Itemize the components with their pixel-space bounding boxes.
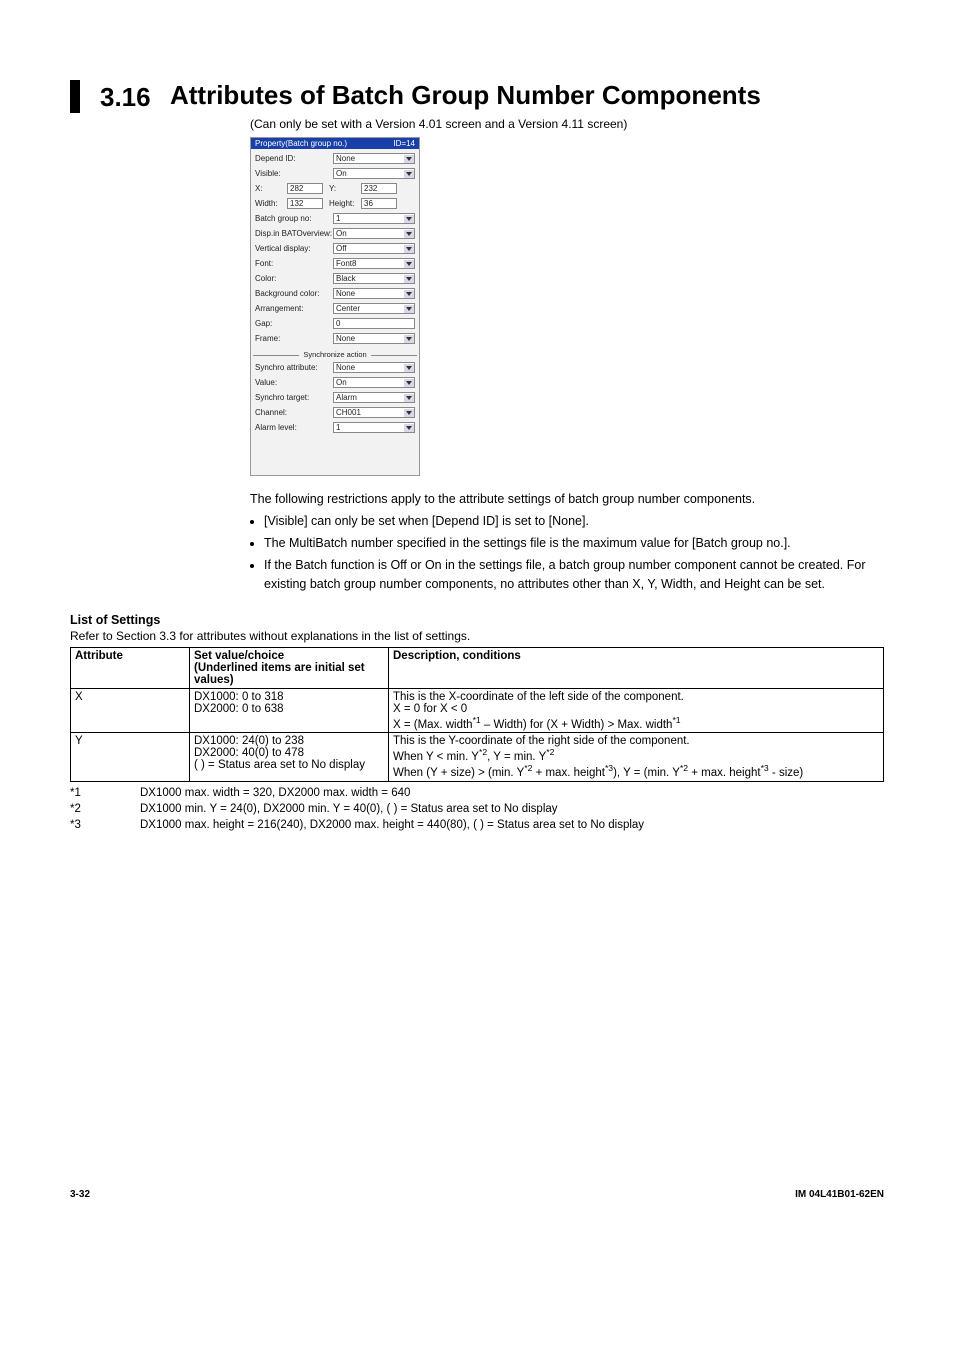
chevron-down-icon <box>406 157 412 161</box>
field-gap[interactable]: 0 <box>333 318 415 329</box>
label-sync-alarm: Alarm level: <box>255 423 333 432</box>
label-y: Y: <box>329 184 361 193</box>
label-gap: Gap: <box>255 319 333 328</box>
field-visible[interactable]: On <box>333 168 415 179</box>
refer-note: Refer to Section 3.3 for attributes with… <box>70 629 884 643</box>
field-sync-value[interactable]: On <box>333 377 415 388</box>
chapter-number: 3.16 <box>100 80 170 113</box>
field-sync-channel[interactable]: CH001 <box>333 407 415 418</box>
th-setvalue: Set value/choice (Underlined items are i… <box>190 647 389 688</box>
label-arrangement: Arrangement: <box>255 304 333 313</box>
page-number: 3-32 <box>70 1189 90 1200</box>
field-arrangement[interactable]: Center <box>333 303 415 314</box>
cell-description: This is the X-coordinate of the left sid… <box>389 688 884 733</box>
cell-setvalue: DX1000: 0 to 318 DX2000: 0 to 638 <box>190 688 389 733</box>
doc-id: IM 04L41B01-62EN <box>795 1189 884 1200</box>
label-bgcolor: Background color: <box>255 289 333 298</box>
panel-titlebar: Property(Batch group no.) ID=14 <box>251 138 419 149</box>
field-sync-attr[interactable]: None <box>333 362 415 373</box>
chevron-down-icon <box>406 337 412 341</box>
table-row: YDX1000: 24(0) to 238 DX2000: 40(0) to 4… <box>71 733 884 782</box>
field-batch-group-no[interactable]: 1 <box>333 213 415 224</box>
list-item: [Visible] can only be set when [Depend I… <box>264 512 884 530</box>
property-panel: Property(Batch group no.) ID=14 Depend I… <box>250 137 420 476</box>
label-disp-bat: Disp.in BATOverview: <box>255 229 333 238</box>
chevron-down-icon <box>406 366 412 370</box>
field-color[interactable]: Black <box>333 273 415 284</box>
footnotes: *1DX1000 max. width = 320, DX2000 max. w… <box>70 785 884 833</box>
label-width: Width: <box>255 199 287 208</box>
field-frame[interactable]: None <box>333 333 415 344</box>
footnote: *2DX1000 min. Y = 24(0), DX2000 min. Y =… <box>70 801 884 817</box>
cell-attribute: Y <box>71 733 190 782</box>
chevron-down-icon <box>406 277 412 281</box>
label-batch-group-no: Batch group no: <box>255 214 333 223</box>
label-font: Font: <box>255 259 333 268</box>
list-item: The MultiBatch number specified in the s… <box>264 534 884 552</box>
cell-attribute: X <box>71 688 190 733</box>
label-sync-attr: Synchro attribute: <box>255 363 333 372</box>
chevron-down-icon <box>406 247 412 251</box>
th-description: Description, conditions <box>389 647 884 688</box>
field-font[interactable]: Font8 <box>333 258 415 269</box>
restriction-list: [Visible] can only be set when [Depend I… <box>250 512 884 593</box>
label-sync-target: Synchro target: <box>255 393 333 402</box>
chevron-down-icon <box>406 411 412 415</box>
chevron-down-icon <box>406 292 412 296</box>
th-attribute: Attribute <box>71 647 190 688</box>
label-sync-channel: Channel: <box>255 408 333 417</box>
chevron-down-icon <box>406 217 412 221</box>
chevron-down-icon <box>406 232 412 236</box>
label-x: X: <box>255 184 287 193</box>
chevron-down-icon <box>406 381 412 385</box>
field-y[interactable]: 232 <box>361 183 397 194</box>
field-x[interactable]: 282 <box>287 183 323 194</box>
field-height[interactable]: 36 <box>361 198 397 209</box>
cell-description: This is the Y-coordinate of the right si… <box>389 733 884 782</box>
intro-text: The following restrictions apply to the … <box>250 490 884 508</box>
page-footer: 3-32 IM 04L41B01-62EN <box>70 1189 884 1200</box>
cell-setvalue: DX1000: 24(0) to 238 DX2000: 40(0) to 47… <box>190 733 389 782</box>
label-frame: Frame: <box>255 334 333 343</box>
chevron-down-icon <box>406 396 412 400</box>
label-height: Height: <box>329 199 361 208</box>
chevron-down-icon <box>406 262 412 266</box>
list-item: If the Batch function is Off or On in th… <box>264 556 884 592</box>
field-sync-alarm[interactable]: 1 <box>333 422 415 433</box>
label-vdisp: Vertical display: <box>255 244 333 253</box>
field-vdisp[interactable]: Off <box>333 243 415 254</box>
sync-group-label: Synchronize action <box>253 350 417 359</box>
footnote: *1DX1000 max. width = 320, DX2000 max. w… <box>70 785 884 801</box>
label-visible: Visible: <box>255 169 333 178</box>
field-sync-target[interactable]: Alarm <box>333 392 415 403</box>
settings-table: Attribute Set value/choice (Underlined i… <box>70 647 884 782</box>
panel-title: Property(Batch group no.) <box>255 139 347 148</box>
list-of-settings-heading: List of Settings <box>70 613 884 627</box>
footnote: *3DX1000 max. height = 216(240), DX2000 … <box>70 817 884 833</box>
panel-id: ID=14 <box>393 139 415 148</box>
field-disp-bat[interactable]: On <box>333 228 415 239</box>
chevron-down-icon <box>406 426 412 430</box>
version-note: (Can only be set with a Version 4.01 scr… <box>250 117 884 131</box>
accent-bar <box>70 80 80 113</box>
field-depend-id[interactable]: None <box>333 153 415 164</box>
label-sync-value: Value: <box>255 378 333 387</box>
chapter-heading: 3.16 Attributes of Batch Group Number Co… <box>70 80 884 113</box>
chapter-title: Attributes of Batch Group Number Compone… <box>170 80 761 111</box>
label-depend-id: Depend ID: <box>255 154 333 163</box>
field-width[interactable]: 132 <box>287 198 323 209</box>
label-color: Color: <box>255 274 333 283</box>
table-row: XDX1000: 0 to 318 DX2000: 0 to 638This i… <box>71 688 884 733</box>
chevron-down-icon <box>406 172 412 176</box>
chevron-down-icon <box>406 307 412 311</box>
field-bgcolor[interactable]: None <box>333 288 415 299</box>
